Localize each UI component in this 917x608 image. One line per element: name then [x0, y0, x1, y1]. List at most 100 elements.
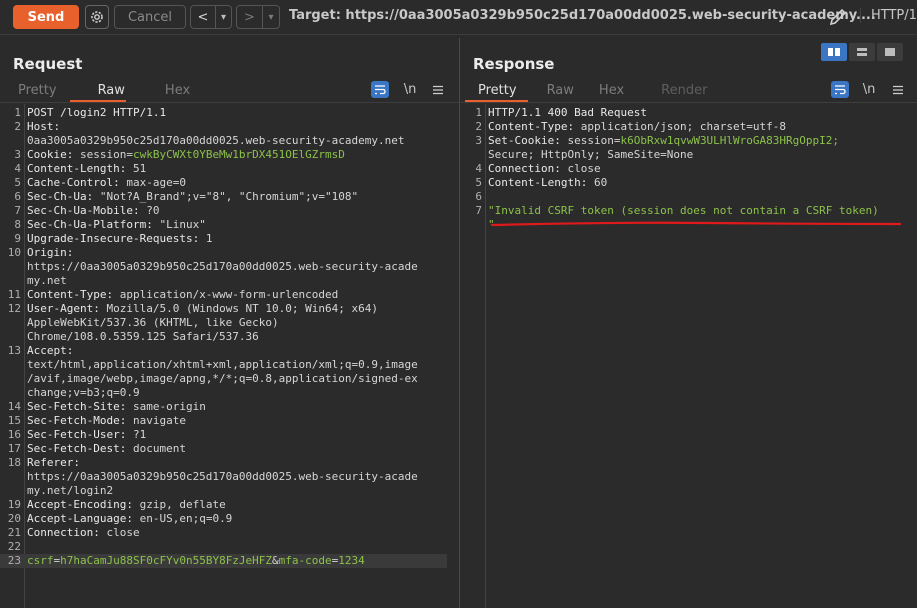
header-value: session=: [567, 134, 621, 147]
tab-hex[interactable]: Hex: [152, 82, 203, 101]
request-editor[interactable]: 1 POST /login2 HTTP/1.1 2 Host: 0aa3005a0329…: [0, 106, 447, 568]
line-text: "Invalid CSRF token (session does not co…: [488, 204, 879, 218]
code-line: my.net/login2: [0, 484, 447, 498]
split-horizontal-button[interactable]: [821, 43, 847, 61]
http-version-label[interactable]: HTTP/1: [860, 8, 917, 23]
tab-render[interactable]: Render: [648, 82, 720, 101]
header-name: Content-Length:: [488, 176, 594, 189]
line-number: 4: [14, 162, 21, 175]
tab-raw[interactable]: Raw: [530, 82, 589, 101]
highlighted-value: k6ObRxw1qvwW3ULHlWroGA83HRgOppI2;: [620, 134, 840, 147]
code-line: 8 Sec-Ch-Ua-Platform: "Linux": [0, 218, 447, 232]
line-text: my.net/login2: [27, 484, 113, 498]
header-name: Host:: [27, 120, 61, 133]
code-line: my.net: [0, 274, 447, 288]
line-number: 5: [14, 176, 21, 189]
line-number: 22: [7, 540, 21, 553]
request-menu-button[interactable]: [429, 81, 447, 98]
header-value: AppleWebKit/537.36 (KHTML, like Gecko): [27, 316, 279, 329]
split-vertical-icon: [857, 48, 867, 56]
line-text: https://0aa3005a0329b950c25d170a00dd0025…: [27, 260, 418, 274]
response-tabs: Pretty Raw Hex Render: [465, 82, 720, 102]
header-name: Accept-Language:: [27, 512, 140, 525]
line-number: 7: [475, 204, 482, 217]
line-text: Chrome/108.0.5359.125 Safari/537.36: [27, 330, 259, 344]
settings-button[interactable]: [85, 5, 109, 29]
code-line: 2 Content-Type: application/json; charset…: [461, 120, 879, 134]
code-line: 14 Sec-Fetch-Site: same-origin: [0, 400, 447, 414]
back-history-dropdown[interactable]: ▾: [216, 6, 231, 28]
header-value: ?0: [146, 204, 160, 217]
highlighted-value: cwkByCWXt0YBeMw1brDX451OElGZrmsD: [132, 148, 345, 161]
menu-icon: [893, 85, 903, 94]
newline-toggle[interactable]: \n: [860, 81, 878, 98]
response-editor[interactable]: 1 HTTP/1.1 400 Bad Request 2 Content-Type: …: [461, 106, 879, 232]
line-number: 6: [14, 190, 21, 203]
tab-pretty[interactable]: Pretty: [465, 82, 530, 101]
line-text: Cache-Control: max-age=0: [27, 176, 186, 190]
code-line: 21 Connection: close: [0, 526, 447, 540]
forward-history-dropdown[interactable]: ▾: [263, 6, 279, 28]
code-line: 11 Content-Type: application/x-www-form-u…: [0, 288, 447, 302]
header-value: navigate: [132, 414, 186, 427]
single-pane-button[interactable]: [877, 43, 903, 61]
line-text: Set-Cookie: session=k6ObRxw1qvwW3ULHlWro…: [488, 134, 839, 148]
line-number: [0, 386, 27, 400]
split-vertical-button[interactable]: [849, 43, 875, 61]
wrap-lines-button[interactable]: [371, 81, 389, 98]
request-tabs: Pretty Raw Hex: [5, 82, 203, 102]
line-text: Sec-Ch-Ua-Mobile: ?0: [27, 204, 159, 218]
wrap-lines-button[interactable]: [831, 81, 849, 98]
line-number: 11: [7, 288, 21, 301]
line-text: Content-Length: 51: [27, 162, 146, 176]
header-value: session=: [79, 148, 133, 161]
send-button[interactable]: Send: [13, 5, 79, 29]
line-text: Sec-Ch-Ua: "Not?A_Brand";v="8", "Chromiu…: [27, 190, 358, 204]
line-number: [0, 358, 27, 372]
header-value: "Not?A_Brand";v="8", "Chromium";v="108": [99, 190, 359, 203]
line-text: Cookie: session=cwkByCWXt0YBeMw1brDX451O…: [27, 148, 345, 162]
code-line: 1 POST /login2 HTTP/1.1: [0, 106, 447, 120]
code-line: 4 Connection: close: [461, 162, 879, 176]
response-menu-button[interactable]: [889, 81, 907, 98]
line-text: Sec-Fetch-User: ?1: [27, 428, 146, 442]
header-name: Content-Length:: [27, 162, 133, 175]
header-value: 0aa3005a0329b950c25d170a00dd0025.web-sec…: [27, 134, 405, 147]
header-value: application/x-www-form-urlencoded: [119, 288, 339, 301]
code-line: Secure; HttpOnly; SameSite=None: [461, 148, 879, 162]
line-number: 20: [7, 512, 21, 525]
line-number: 1: [14, 106, 21, 119]
line-number: 17: [7, 442, 21, 455]
line-text: Connection: close: [488, 162, 601, 176]
code-line: 0aa3005a0329b950c25d170a00dd0025.web-sec…: [0, 134, 447, 148]
line-number: 2: [14, 120, 21, 133]
header-value: close: [106, 526, 140, 539]
line-text: User-Agent: Mozilla/5.0 (Windows NT 10.0…: [27, 302, 378, 316]
header-name: Connection:: [27, 526, 107, 539]
line-number: 16: [7, 428, 21, 441]
header-value: "Linux": [159, 218, 206, 231]
line-text: Content-Type: application/x-www-form-url…: [27, 288, 338, 302]
header-name: Accept:: [27, 344, 74, 357]
tab-raw[interactable]: Raw: [70, 82, 152, 101]
line-text: AppleWebKit/537.36 (KHTML, like Gecko): [27, 316, 279, 330]
line-number: [0, 316, 27, 330]
line-number: [461, 218, 488, 232]
header-name: POST /login2 HTTP/1.1: [27, 106, 167, 119]
line-text: Host:: [27, 120, 60, 134]
tab-hex[interactable]: Hex: [589, 82, 648, 101]
header-name: Sec-Fetch-Site:: [27, 400, 133, 413]
newline-toggle[interactable]: \n: [401, 81, 419, 98]
line-text: Content-Length: 60: [488, 176, 607, 190]
header-value: Mozilla/5.0 (Windows NT 10.0; Win64; x64…: [106, 302, 379, 315]
header-value: same-origin: [132, 400, 206, 413]
request-title: Request: [13, 55, 83, 73]
tab-pretty[interactable]: Pretty: [5, 82, 70, 101]
layout-switcher: [821, 43, 903, 61]
cancel-button[interactable]: Cancel: [114, 5, 186, 29]
edit-target-button[interactable]: [827, 6, 849, 28]
back-button[interactable]: <: [191, 6, 216, 28]
forward-button[interactable]: >: [237, 6, 263, 28]
line-text: Referer:: [27, 456, 80, 470]
header-name: Accept-Encoding:: [27, 498, 140, 511]
